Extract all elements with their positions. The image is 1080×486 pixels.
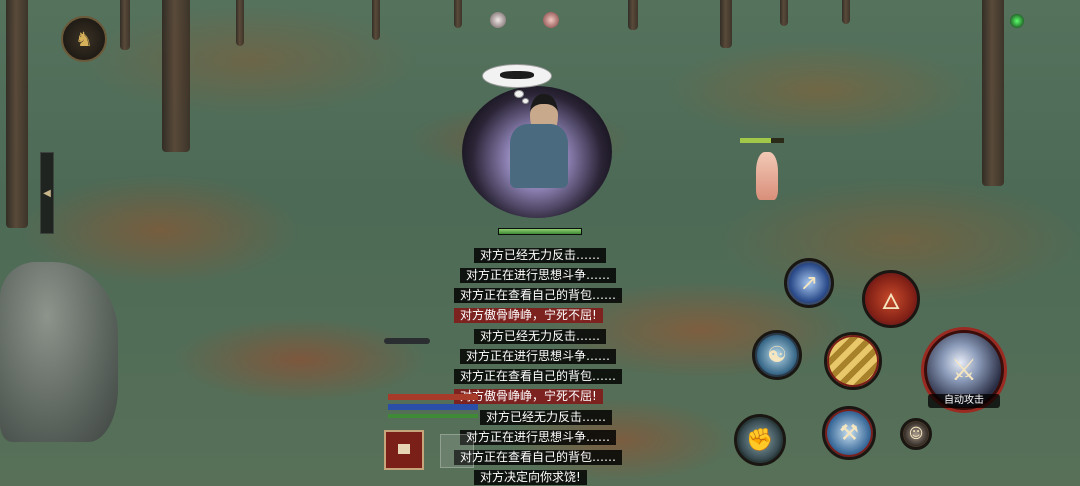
skill-button-compass[interactable]: ↗	[784, 258, 834, 308]
combat-log-line: 对方正在查看自己的背包……	[454, 369, 623, 384]
phoenix-icon: 🜂	[881, 290, 901, 315]
npc-character[interactable]	[756, 152, 778, 200]
tree-trunk	[236, 0, 244, 46]
tree-trunk	[982, 0, 1004, 186]
minimap-indicator-icon[interactable]	[1010, 14, 1024, 28]
fist-icon: ✊	[746, 427, 774, 453]
tree-trunk	[720, 0, 732, 48]
stamina-bar	[388, 414, 478, 418]
chat-collapse-handle[interactable]: ◀	[40, 152, 54, 234]
opponent-thinking-portrait	[456, 62, 624, 222]
skill-button-taiji[interactable]: ☯	[752, 330, 802, 380]
mp-bar	[388, 404, 478, 410]
scroll-icon	[398, 444, 410, 454]
quick-item-slot[interactable]	[384, 430, 424, 470]
skill-button-small[interactable]: ☺	[900, 418, 932, 450]
tree-trunk	[120, 0, 130, 50]
skill-button-slash[interactable]	[824, 332, 882, 390]
combat-log-line: 对方正在进行思想斗争……	[460, 349, 617, 364]
warrior-portrait-icon: ♞	[75, 27, 93, 51]
tree-trunk	[162, 0, 190, 152]
map-marker-icon[interactable]	[543, 12, 559, 28]
skill-button-hammer[interactable]: ⚒	[822, 406, 876, 460]
hp-bar	[388, 394, 478, 400]
combat-log-line: 对方正在查看自己的背包……	[454, 450, 623, 465]
combat-log-line: 对方决定向你求饶!	[474, 470, 587, 485]
auto-attack-label: 自动攻击	[928, 394, 1000, 408]
portrait-icon: ☺	[908, 426, 924, 442]
combat-log-line: 对方正在查看自己的背包……	[454, 288, 623, 303]
chevron-left-icon: ◀	[43, 187, 51, 199]
tree-trunk	[780, 0, 788, 26]
tree-trunk	[454, 0, 462, 28]
empty-item-slot[interactable]	[440, 434, 474, 468]
hammer-icon: ⚒	[839, 420, 859, 446]
chat-panel[interactable]: ◀	[40, 152, 320, 234]
player-hp-bar	[498, 228, 582, 235]
bag-icon	[500, 71, 534, 79]
combat-log-line: 对方正在进行思想斗争……	[460, 268, 617, 283]
tree-trunk	[842, 0, 850, 24]
combat-log-line: 对方傲骨峥峥，宁死不屈!	[454, 308, 603, 323]
slash-icon	[827, 335, 879, 387]
skill-button-phoenix[interactable]: 🜂	[862, 270, 920, 328]
tree-trunk	[372, 0, 380, 40]
combat-log-line: 对方已经无力反击……	[480, 410, 613, 425]
map-marker-icon[interactable]	[490, 12, 506, 28]
combat-log-line: 对方正在进行思想斗争……	[460, 430, 617, 445]
boulder	[0, 262, 118, 442]
dropped-weapon[interactable]	[384, 338, 430, 344]
player-avatar-button[interactable]: ♞	[61, 16, 107, 62]
tree-trunk	[628, 0, 638, 30]
combat-log-line: 对方已经无力反击……	[474, 329, 607, 344]
opponent-body	[510, 124, 568, 188]
npc-hp-bar	[740, 138, 784, 143]
player-hp-fill	[499, 229, 581, 234]
tree-trunk	[6, 0, 28, 228]
skill-button-fist[interactable]: ✊	[734, 414, 786, 466]
combat-log-line: 对方已经无力反击……	[474, 248, 607, 263]
thought-dot	[522, 98, 529, 104]
thought-dot	[514, 90, 524, 98]
taiji-icon: ☯	[767, 342, 787, 368]
npc-hp-fill	[740, 138, 771, 143]
compass-needle-icon: ↗	[799, 270, 819, 296]
